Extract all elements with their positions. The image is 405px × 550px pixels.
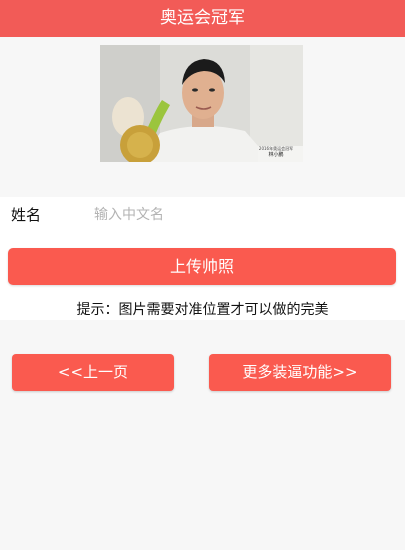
tip-text: 提示：图片需要对准位置才可以做的完美 [76, 302, 329, 318]
champion-photo[interactable]: 2016年奥运会冠军 林小鹏 [100, 45, 303, 162]
photo-section: 2016年奥运会冠军 林小鹏 [0, 37, 405, 197]
name-row: 姓名 [0, 197, 405, 237]
photo-caption: 2016年奥运会冠军 林小鹏 [255, 145, 297, 159]
name-label: 姓名 [11, 206, 42, 224]
app-header: 奥运会冠军 [0, 0, 405, 37]
upload-area: 上传帅照 提示：图片需要对准位置才可以做的完美 [0, 237, 405, 320]
more-features-button[interactable]: 更多装逼功能>> [209, 354, 391, 391]
page-title: 奥运会冠军 [160, 8, 245, 28]
photo-caption-title: 2016年奥运会冠军 [258, 146, 294, 151]
upload-photo-button[interactable]: 上传帅照 [8, 248, 396, 285]
name-input[interactable] [88, 201, 400, 229]
previous-page-button[interactable]: <<上一页 [12, 354, 174, 391]
photo-caption-name: 林小鹏 [268, 152, 284, 158]
